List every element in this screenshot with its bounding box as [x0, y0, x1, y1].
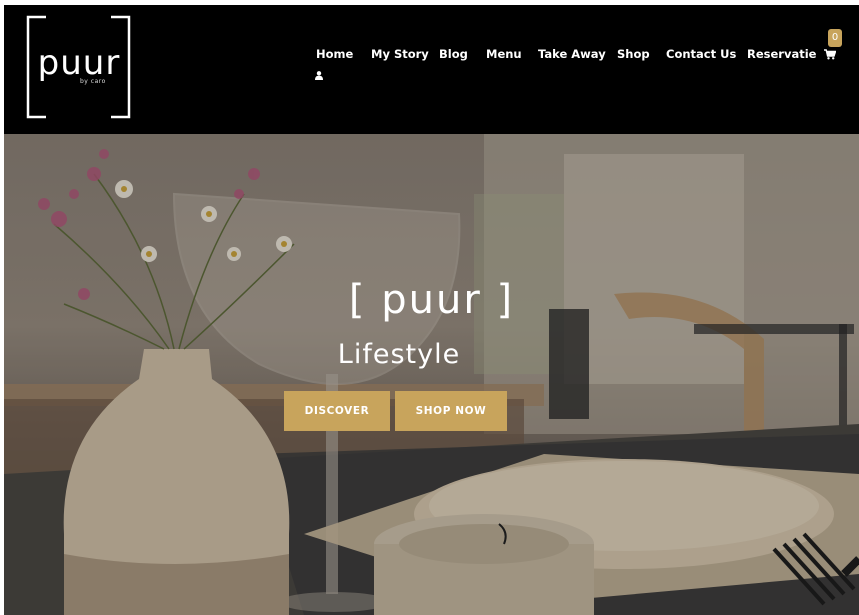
logo-subtitle: by caro	[80, 78, 106, 85]
nav-item-menu[interactable]: Menu	[486, 47, 522, 61]
nav-item-blog[interactable]: Blog	[439, 47, 468, 61]
nav-item-my-story[interactable]: My Story	[371, 47, 429, 61]
hero-title: [ puur ]	[348, 277, 515, 323]
hero-subtitle: Lifestyle	[337, 339, 461, 370]
user-icon[interactable]	[315, 71, 323, 80]
discover-button[interactable]: DISCOVER	[284, 391, 390, 431]
site-header: puur by caro Home My Story Blog Menu Tak…	[4, 5, 859, 134]
nav-item-take-away[interactable]: Take Away	[538, 47, 606, 61]
nav-item-home[interactable]: Home	[316, 47, 353, 61]
page: puur by caro Home My Story Blog Menu Tak…	[4, 5, 859, 615]
nav-item-shop[interactable]: Shop	[617, 47, 650, 61]
hero-background-image	[4, 134, 859, 615]
hero-banner: [ puur ] Lifestyle DISCOVER SHOP NOW	[4, 134, 859, 615]
cart-count-badge[interactable]: 0	[828, 29, 842, 47]
nav-item-reservatie[interactable]: Reservatie	[747, 47, 816, 61]
cart-icon[interactable]	[824, 49, 836, 60]
shop-now-button[interactable]: SHOP NOW	[395, 391, 507, 431]
site-logo[interactable]: puur by caro	[26, 15, 131, 119]
nav-item-contact-us[interactable]: Contact Us	[666, 47, 736, 61]
logo-wordmark: puur	[37, 43, 121, 83]
